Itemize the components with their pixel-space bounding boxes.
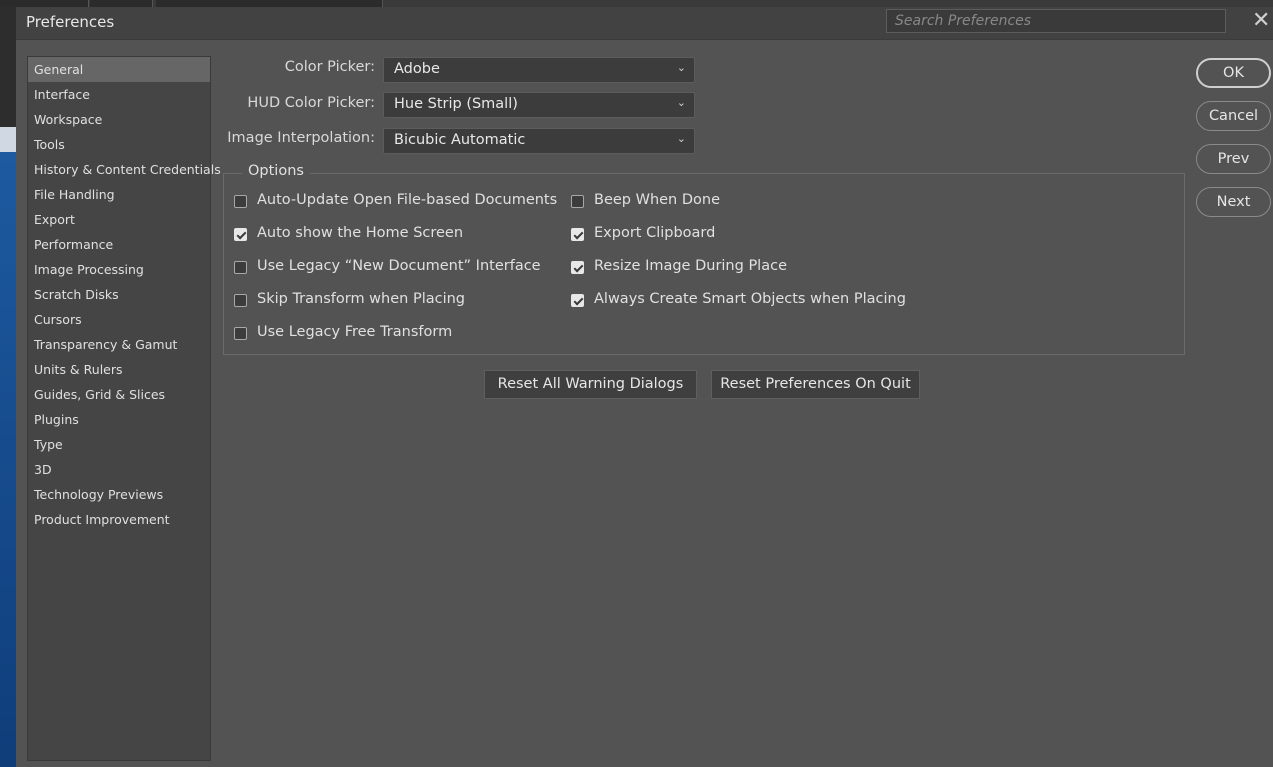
checkbox-box[interactable]	[234, 294, 247, 307]
sidebar-item-technology-previews[interactable]: Technology Previews	[28, 482, 210, 507]
sidebar-item-units-rulers[interactable]: Units & Rulers	[28, 357, 210, 382]
sidebar-item-guides-grid[interactable]: Guides, Grid & Slices	[28, 382, 210, 407]
ok-button[interactable]: OK	[1196, 58, 1271, 88]
background-tab	[90, 0, 153, 7]
background-tab	[0, 0, 89, 7]
checkbox-label: Beep When Done	[594, 192, 720, 208]
preferences-dialog: Preferences ✕ General Interface Workspac…	[16, 7, 1273, 767]
checkbox-box[interactable]	[571, 228, 584, 241]
checkbox-label: Auto show the Home Screen	[257, 225, 464, 241]
chevron-down-icon: ⌄	[676, 132, 686, 145]
reset-preferences-on-quit-button[interactable]: Reset Preferences On Quit	[711, 370, 920, 399]
checkbox-box[interactable]	[571, 261, 584, 274]
next-button[interactable]: Next	[1196, 187, 1271, 217]
dialog-title: Preferences	[26, 13, 115, 31]
background-dropdown	[156, 0, 383, 7]
sidebar-item-3d[interactable]: 3D	[28, 457, 210, 482]
image-interpolation-select[interactable]: Bicubic Automatic ⌄	[383, 128, 695, 154]
preferences-sidebar: General Interface Workspace Tools Histor…	[27, 56, 221, 761]
hud-color-picker-label: HUD Color Picker:	[247, 95, 375, 111]
checkbox-label: Export Clipboard	[594, 225, 716, 241]
background-canvas	[0, 152, 16, 767]
sidebar-item-image-processing[interactable]: Image Processing	[28, 257, 210, 282]
color-picker-select[interactable]: Adobe ⌄	[383, 57, 695, 83]
background-panel	[0, 127, 16, 152]
checkbox-label: Use Legacy “New Document” Interface	[257, 258, 541, 274]
sidebar-item-cursors[interactable]: Cursors	[28, 307, 210, 332]
chevron-down-icon: ⌄	[676, 61, 686, 74]
hud-color-picker-value: Hue Strip (Small)	[394, 96, 518, 112]
background-app-strip	[0, 0, 1273, 7]
checkbox-box[interactable]	[234, 195, 247, 208]
sidebar-item-performance[interactable]: Performance	[28, 232, 210, 257]
image-interpolation-label: Image Interpolation:	[227, 130, 375, 146]
checkbox-box[interactable]	[234, 228, 247, 241]
sidebar-item-product-improvement[interactable]: Product Improvement	[28, 507, 210, 532]
chevron-down-icon: ⌄	[676, 96, 686, 109]
prev-button[interactable]: Prev	[1196, 144, 1271, 174]
dialog-titlebar: Preferences ✕	[16, 7, 1273, 40]
checkbox-box[interactable]	[571, 294, 584, 307]
checkbox-label: Auto-Update Open File-based Documents	[257, 192, 558, 208]
checkbox-label: Skip Transform when Placing	[257, 291, 465, 307]
sidebar-item-scratch-disks[interactable]: Scratch Disks	[28, 282, 210, 307]
sidebar-item-transparency[interactable]: Transparency & Gamut	[28, 332, 210, 357]
sidebar-item-file-handling[interactable]: File Handling	[28, 182, 210, 207]
hud-color-picker-select[interactable]: Hue Strip (Small) ⌄	[383, 92, 695, 118]
sidebar-item-plugins[interactable]: Plugins	[28, 407, 210, 432]
checkbox-label: Always Create Smart Objects when Placing	[594, 291, 906, 307]
checkbox-label: Use Legacy Free Transform	[257, 324, 453, 340]
checkbox-box[interactable]	[234, 327, 247, 340]
image-interpolation-value: Bicubic Automatic	[394, 132, 526, 148]
sidebar-item-type[interactable]: Type	[28, 432, 210, 457]
reset-warning-dialogs-button[interactable]: Reset All Warning Dialogs	[484, 370, 697, 399]
sidebar-item-export[interactable]: Export	[28, 207, 210, 232]
search-preferences-input[interactable]	[886, 9, 1226, 33]
color-picker-value: Adobe	[394, 61, 440, 77]
options-group-legend: Options	[242, 163, 310, 179]
cancel-button[interactable]: Cancel	[1196, 101, 1271, 131]
checkbox-label: Resize Image During Place	[594, 258, 787, 274]
checkbox-box[interactable]	[571, 195, 584, 208]
background-app-gutter	[0, 7, 16, 767]
color-picker-label: Color Picker:	[284, 59, 375, 75]
checkbox-box[interactable]	[234, 261, 247, 274]
sidebar-item-history[interactable]: History & Content Credentials	[28, 157, 221, 182]
close-icon[interactable]: ✕	[1252, 9, 1270, 33]
